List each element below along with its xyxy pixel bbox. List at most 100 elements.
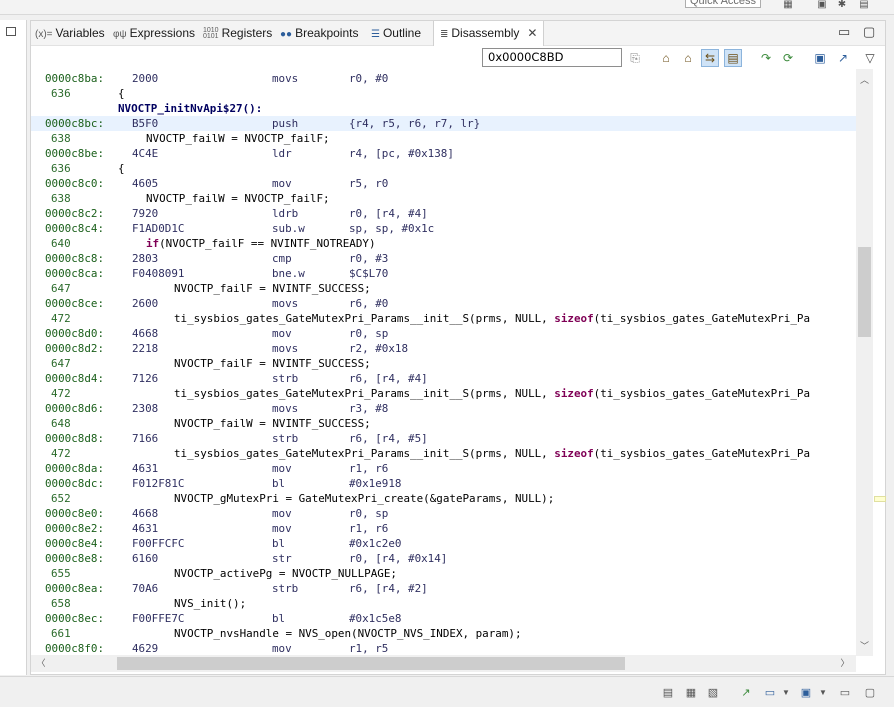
restore-icon[interactable] xyxy=(6,27,16,36)
display-icon[interactable]: ▭ xyxy=(762,686,778,700)
minimize-icon[interactable]: ▭ xyxy=(838,25,850,39)
link-with-editor-icon[interactable]: ⇆ xyxy=(701,49,719,67)
new-view-icon[interactable]: ▣ xyxy=(811,49,829,67)
show-source-icon[interactable]: ▤ xyxy=(724,49,742,67)
address-input[interactable]: 0x0000C8BD xyxy=(482,48,622,67)
source-line-number: 640 xyxy=(51,237,71,250)
maximize-icon[interactable]: ▢ xyxy=(863,25,875,39)
tab-disassembly[interactable]: ≣ Disassembly ✕ xyxy=(433,21,545,46)
instruction-row[interactable]: 0000c8c0: 4605 mov r5, r0 xyxy=(31,176,856,191)
source-line-number: 658 xyxy=(51,597,71,610)
pin-icon[interactable]: ↗ xyxy=(834,49,852,67)
function-label-row[interactable]: NVOCTP_initNvApi$27(): xyxy=(31,101,856,116)
instruction-mnemonic: sub.w xyxy=(272,222,305,235)
instruction-row[interactable]: 0000c8d2: 2218 movs r2, #0x18 xyxy=(31,341,856,356)
minimize-icon[interactable]: ▭ xyxy=(837,686,853,700)
instruction-mnemonic: strb xyxy=(272,582,299,595)
instruction-row[interactable]: 0000c8c2: 7920 ldrb r0, [r4, #4] xyxy=(31,206,856,221)
source-line-row[interactable]: 655 NVOCTP_activePg = NVOCTP_NULLPAGE; xyxy=(31,566,856,581)
instruction-row[interactable]: 0000c8d0: 4668 mov r0, sp xyxy=(31,326,856,341)
console-icon[interactable]: ▤ xyxy=(660,686,676,700)
instruction-row[interactable]: 0000c8d4: 7126 strb r6, [r4, #4] xyxy=(31,371,856,386)
instruction-row[interactable]: 0000c8e2: 4631 mov r1, r6 xyxy=(31,521,856,536)
instruction-row[interactable]: 0000c8d8: 7166 strb r6, [r4, #5] xyxy=(31,431,856,446)
source-line-row[interactable]: 647 NVOCTP_failF = NVINTF_SUCCESS; xyxy=(31,281,856,296)
tab-outline[interactable]: ☰ Outline xyxy=(371,21,421,45)
go-to-address-icon[interactable]: ⎘ xyxy=(626,49,644,67)
tab-expressions[interactable]: φψ Expressions xyxy=(113,21,195,45)
cpp-perspective-icon[interactable]: ▤ xyxy=(857,0,871,10)
horizontal-scroll-thumb[interactable] xyxy=(117,657,625,670)
instruction-row[interactable]: 0000c8e0: 4668 mov r0, sp xyxy=(31,506,856,521)
chevron-down-icon[interactable]: ▼ xyxy=(815,686,831,700)
source-line-row[interactable]: 472 ti_sysbios_gates_GateMutexPri_Params_… xyxy=(31,386,856,401)
maximize-icon[interactable]: ▢ xyxy=(862,686,878,700)
vertical-scroll-thumb[interactable] xyxy=(858,247,871,337)
instruction-row[interactable]: 0000c8f0: 4629 mov r1, r5 xyxy=(31,641,856,654)
keyword: sizeof xyxy=(554,447,594,460)
problems-icon[interactable]: ▦ xyxy=(683,686,699,700)
source-line-row[interactable]: 638 NVOCTP_failW = NVOCTP_failF; xyxy=(31,191,856,206)
horizontal-scrollbar[interactable]: 〈 〉 xyxy=(31,655,856,672)
tab-variables[interactable]: (x)= Variables xyxy=(35,21,105,45)
source-line-row[interactable]: 636 { xyxy=(31,161,856,176)
vertical-scrollbar[interactable]: ︿ ﹀ xyxy=(856,69,873,656)
instruction-mnemonic: ldr xyxy=(272,147,292,160)
chevron-down-icon[interactable]: ▼ xyxy=(778,686,794,700)
source-line-row[interactable]: 652 NVOCTP_gMutexPri = GateMutexPri_creat… xyxy=(31,491,856,506)
source-line-row[interactable]: 472 ti_sysbios_gates_GateMutexPri_Params_… xyxy=(31,311,856,326)
instruction-row[interactable]: 0000c8dc: F012F81C bl #0x1e918 xyxy=(31,476,856,491)
disassembly-listing[interactable]: 0000c8ba: 2000 movs r0, #0 636 {NVOCTP_initNv… xyxy=(31,69,856,654)
source-line-row[interactable]: 647 NVOCTP_failF = NVINTF_SUCCESS; xyxy=(31,356,856,371)
instruction-address: 0000c8c0: xyxy=(45,177,105,190)
instruction-row[interactable]: 0000c8be: 4C4E ldr r4, [pc, #0x138] xyxy=(31,146,856,161)
instruction-operands: r4, [pc, #0x138] xyxy=(349,147,454,160)
instruction-row[interactable]: 0000c8ea: 70A6 strb r6, [r4, #2] xyxy=(31,581,856,596)
instruction-row[interactable]: 0000c8ce: 2600 movs r6, #0 xyxy=(31,296,856,311)
source-text: (ti_sysbios_gates_GateMutexPri_Pa xyxy=(593,312,811,325)
view-menu-icon[interactable]: ▽ xyxy=(861,49,879,67)
source-line-row[interactable]: 638 NVOCTP_failW = NVOCTP_failF; xyxy=(31,131,856,146)
source-line-row[interactable]: 658 NVS_init(); xyxy=(31,596,856,611)
source-line-row[interactable]: 472 ti_sysbios_gates_GateMutexPri_Params_… xyxy=(31,446,856,461)
scroll-left-icon[interactable]: 〈 xyxy=(33,655,49,672)
instruction-row[interactable]: 0000c8ba: 2000 movs r0, #0 xyxy=(31,71,856,86)
overview-marker[interactable] xyxy=(874,496,886,502)
new-console-icon[interactable]: ▣ xyxy=(798,686,814,700)
close-icon[interactable]: ✕ xyxy=(527,21,537,46)
instruction-address: 0000c8ea: xyxy=(45,582,105,595)
instruction-address: 0000c8e0: xyxy=(45,507,105,520)
source-line-row[interactable]: 661 NVOCTP_nvsHandle = NVS_open(NVOCTP_NV… xyxy=(31,626,856,641)
source-line-row[interactable]: 640 if(NVOCTP_failF == NVINTF_NOTREADY) xyxy=(31,236,856,251)
instruction-row[interactable]: 0000c8bc: B5F0 push {r4, r5, r6, r7, lr} xyxy=(31,116,856,131)
tab-breakpoints[interactable]: ●● Breakpoints xyxy=(280,21,358,45)
open-perspective-icon[interactable]: ↗ xyxy=(738,686,754,700)
instruction-row[interactable]: 0000c8e4: F00FFCFC bl #0x1c2e0 xyxy=(31,536,856,551)
scroll-right-icon[interactable]: 〉 xyxy=(837,655,853,672)
instruction-opcode: F0408091 xyxy=(132,267,185,280)
perspective-icon[interactable]: ▣ xyxy=(815,0,829,10)
debug-perspective-icon[interactable]: ✱ xyxy=(835,0,849,10)
home-icon[interactable]: ⌂ xyxy=(679,49,697,67)
source-line-number: 648 xyxy=(51,417,71,430)
instruction-row[interactable]: 0000c8d6: 2308 movs r3, #8 xyxy=(31,401,856,416)
source-line-row[interactable]: 636 { xyxy=(31,86,856,101)
instruction-opcode: 7920 xyxy=(132,207,159,220)
instruction-row[interactable]: 0000c8da: 4631 mov r1, r6 xyxy=(31,461,856,476)
instruction-row[interactable]: 0000c8ca: F0408091 bne.w $C$L70 xyxy=(31,266,856,281)
instruction-opcode: 6160 xyxy=(132,552,159,565)
instruction-row[interactable]: 0000c8c8: 2803 cmp r0, #3 xyxy=(31,251,856,266)
scroll-down-icon[interactable]: ﹀ xyxy=(856,639,873,653)
instruction-row[interactable]: 0000c8e8: 6160 str r0, [r4, #0x14] xyxy=(31,551,856,566)
quick-access-input[interactable]: Quick Access xyxy=(685,0,761,8)
scroll-up-icon[interactable]: ︿ xyxy=(856,73,873,87)
search-results-icon[interactable]: ▧ xyxy=(705,686,721,700)
source-line-row[interactable]: 648 NVOCTP_failW = NVINTF_SUCCESS; xyxy=(31,416,856,431)
instruction-row[interactable]: 0000c8ec: F00FFE7C bl #0x1c5e8 xyxy=(31,611,856,626)
step-over-icon[interactable]: ↷ xyxy=(757,49,775,67)
refresh-icon[interactable]: ⟳ xyxy=(779,49,797,67)
instruction-row[interactable]: 0000c8c4: F1AD0D1C sub.w sp, sp, #0x1c xyxy=(31,221,856,236)
go-to-pc-icon[interactable]: ⌂ xyxy=(657,49,675,67)
new-window-icon[interactable]: ▦ xyxy=(781,0,795,10)
tab-registers[interactable]: 1010 0101 Registers xyxy=(203,21,272,45)
